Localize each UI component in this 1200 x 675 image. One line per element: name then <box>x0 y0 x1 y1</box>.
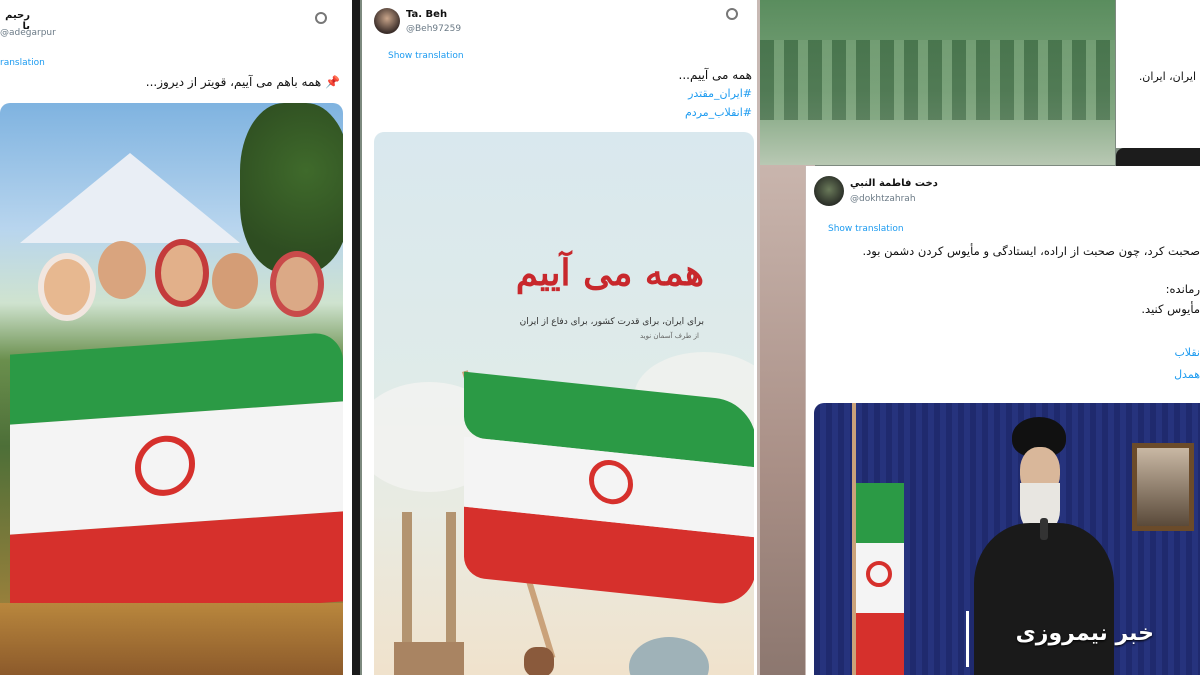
author-avatar[interactable] <box>814 176 844 206</box>
tree-shape <box>240 103 343 273</box>
tweet-text: مأیوس کنید. <box>1141 302 1200 316</box>
hand-shape <box>524 647 554 675</box>
tweet-card-1[interactable]: رحیم با @adegarpur ranslation 📌 همه باهم… <box>0 0 352 675</box>
tweet-text-content: همه باهم می آییم، قویتر از دیروز... <box>145 75 322 89</box>
hashtag-link[interactable]: #انقلاب_مردم <box>562 104 752 122</box>
author-handle[interactable]: @Beh97259 <box>406 24 461 34</box>
news-overlay-bar <box>966 611 969 667</box>
mosque-dome <box>629 637 709 675</box>
author-handle[interactable]: @adegarpur <box>0 28 56 38</box>
mosque-base <box>394 642 464 675</box>
flag-emblem <box>589 457 633 507</box>
news-overlay-text: خبر نیمروزی <box>1015 621 1154 646</box>
poster-title: همه می آییم <box>515 252 704 294</box>
tweet-image-kids-flag[interactable] <box>0 103 343 675</box>
tweet-text: 📌 همه باهم می آییم، قویتر از دیروز... <box>140 73 340 91</box>
child-face <box>38 253 96 321</box>
mountain-shape <box>20 153 240 243</box>
child-face <box>155 239 209 307</box>
more-options-icon[interactable] <box>726 8 738 20</box>
blurred-left-strip <box>760 165 805 675</box>
child-face <box>270 251 324 317</box>
show-translation-link[interactable]: ranslation <box>0 58 45 68</box>
flag-pattern-band <box>760 40 1115 120</box>
flag-emblem <box>866 561 892 587</box>
portrait-frame <box>1132 443 1194 531</box>
more-options-icon[interactable] <box>315 12 327 24</box>
author-name[interactable]: Ta. Beh <box>406 9 447 20</box>
blurred-flag-image <box>760 0 1115 165</box>
tweet-card-4[interactable]: دخت فاطمة النبي @dokhtzahrah Show transl… <box>806 166 1200 675</box>
hashtag-link[interactable]: #ایران_مقتدر <box>562 85 752 103</box>
child-face <box>98 241 146 299</box>
tweet-card-3[interactable]: ایران، ایران. <box>1116 0 1200 148</box>
child-face <box>212 253 258 309</box>
author-name[interactable]: دخت فاطمة النبي <box>850 178 938 189</box>
show-translation-link[interactable]: Show translation <box>828 224 904 234</box>
tweet-text: همه می آییم... <box>678 68 752 82</box>
poster-subtitle: برای ایران، برای قدرت کشور، برای دفاع از… <box>519 317 704 327</box>
hashtag-link[interactable]: همدل <box>1006 366 1200 384</box>
author-handle[interactable]: @dokhtzahrah <box>850 194 916 204</box>
iran-flag-waving <box>464 371 754 613</box>
poster-note: از طرف آسمان نوید <box>639 332 699 340</box>
tweet-card-2[interactable]: Ta. Beh @Beh97259 Show translation همه م… <box>362 0 757 675</box>
portrait <box>1137 448 1189 526</box>
author-avatar[interactable] <box>374 8 400 34</box>
flag-emblem <box>135 433 195 498</box>
iran-flag-held <box>10 331 343 625</box>
pin-icon: 📌 <box>325 75 340 89</box>
tweet-image-poster[interactable]: همه می آییم برای ایران، برای قدرت کشور، … <box>374 132 754 675</box>
show-translation-link[interactable]: Show translation <box>388 51 464 61</box>
iran-flag-standing <box>856 483 904 675</box>
crowd-bottom <box>0 603 343 675</box>
tweet-video-frame[interactable]: خبر نیمروزی <box>814 403 1200 675</box>
hashtag-link[interactable]: نقلاب <box>1006 344 1200 362</box>
tweet-text: صحبت کرد، چون صحبت از اراده، ایستادگی و … <box>862 244 1200 258</box>
tweet-text: رمانده: <box>1165 282 1200 296</box>
speaker-robe <box>974 523 1114 675</box>
microphone <box>1040 518 1048 540</box>
tweet-text: ایران، ایران. <box>1138 70 1196 83</box>
card3-image-strip <box>1116 148 1200 166</box>
